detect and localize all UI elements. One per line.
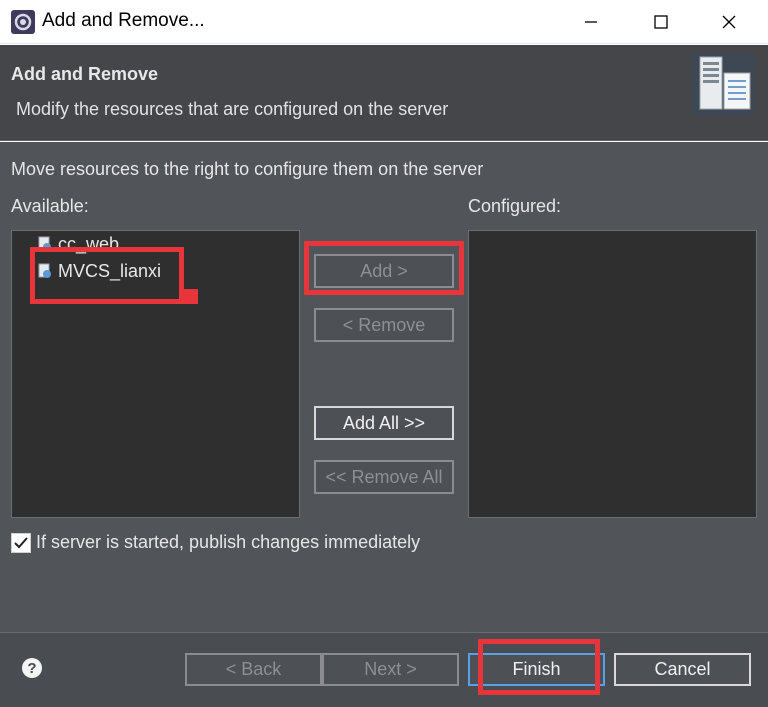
wizard-footer: ? < Back Next > Finish Cancel	[0, 632, 768, 707]
instruction-text: Move resources to the right to configure…	[11, 159, 484, 179]
cancel-button[interactable]: Cancel	[614, 653, 751, 686]
publish-checkbox[interactable]	[11, 532, 31, 553]
highlight-box-add	[304, 241, 464, 295]
highlight-box-tail	[182, 289, 198, 304]
wizard-body: Move resources to the right to configure…	[0, 142, 768, 632]
maximize-button[interactable]	[638, 0, 684, 44]
publish-checkbox-row[interactable]: If server is started, publish changes im…	[11, 532, 420, 553]
close-icon	[722, 15, 736, 29]
help-icon[interactable]: ?	[22, 658, 42, 678]
checkmark-icon	[14, 536, 28, 548]
remove-button[interactable]: < Remove	[314, 308, 454, 342]
minimize-icon	[585, 21, 597, 23]
configured-list[interactable]	[468, 230, 757, 518]
server-icon	[692, 53, 754, 115]
highlight-box-project	[30, 247, 184, 304]
window-title: Add and Remove...	[42, 10, 205, 31]
next-button[interactable]: Next >	[322, 653, 459, 686]
minimize-button[interactable]	[568, 0, 614, 44]
wizard-header: Add and Remove Modify the resources that…	[0, 45, 768, 141]
configured-label: Configured:	[468, 196, 562, 216]
highlight-box-finish	[478, 639, 600, 695]
maximize-icon	[654, 15, 668, 29]
title-bar: Add and Remove...	[0, 0, 768, 44]
page-description: Modify the resources that are configured…	[16, 99, 449, 119]
add-all-button[interactable]: Add All >>	[314, 406, 454, 440]
eclipse-app-icon	[11, 10, 35, 34]
page-title: Add and Remove	[11, 64, 159, 84]
publish-checkbox-label: If server is started, publish changes im…	[36, 532, 421, 552]
close-button[interactable]	[706, 0, 752, 44]
remove-all-button[interactable]: << Remove All	[314, 460, 454, 494]
available-label: Available:	[11, 196, 89, 216]
back-button[interactable]: < Back	[185, 653, 322, 686]
